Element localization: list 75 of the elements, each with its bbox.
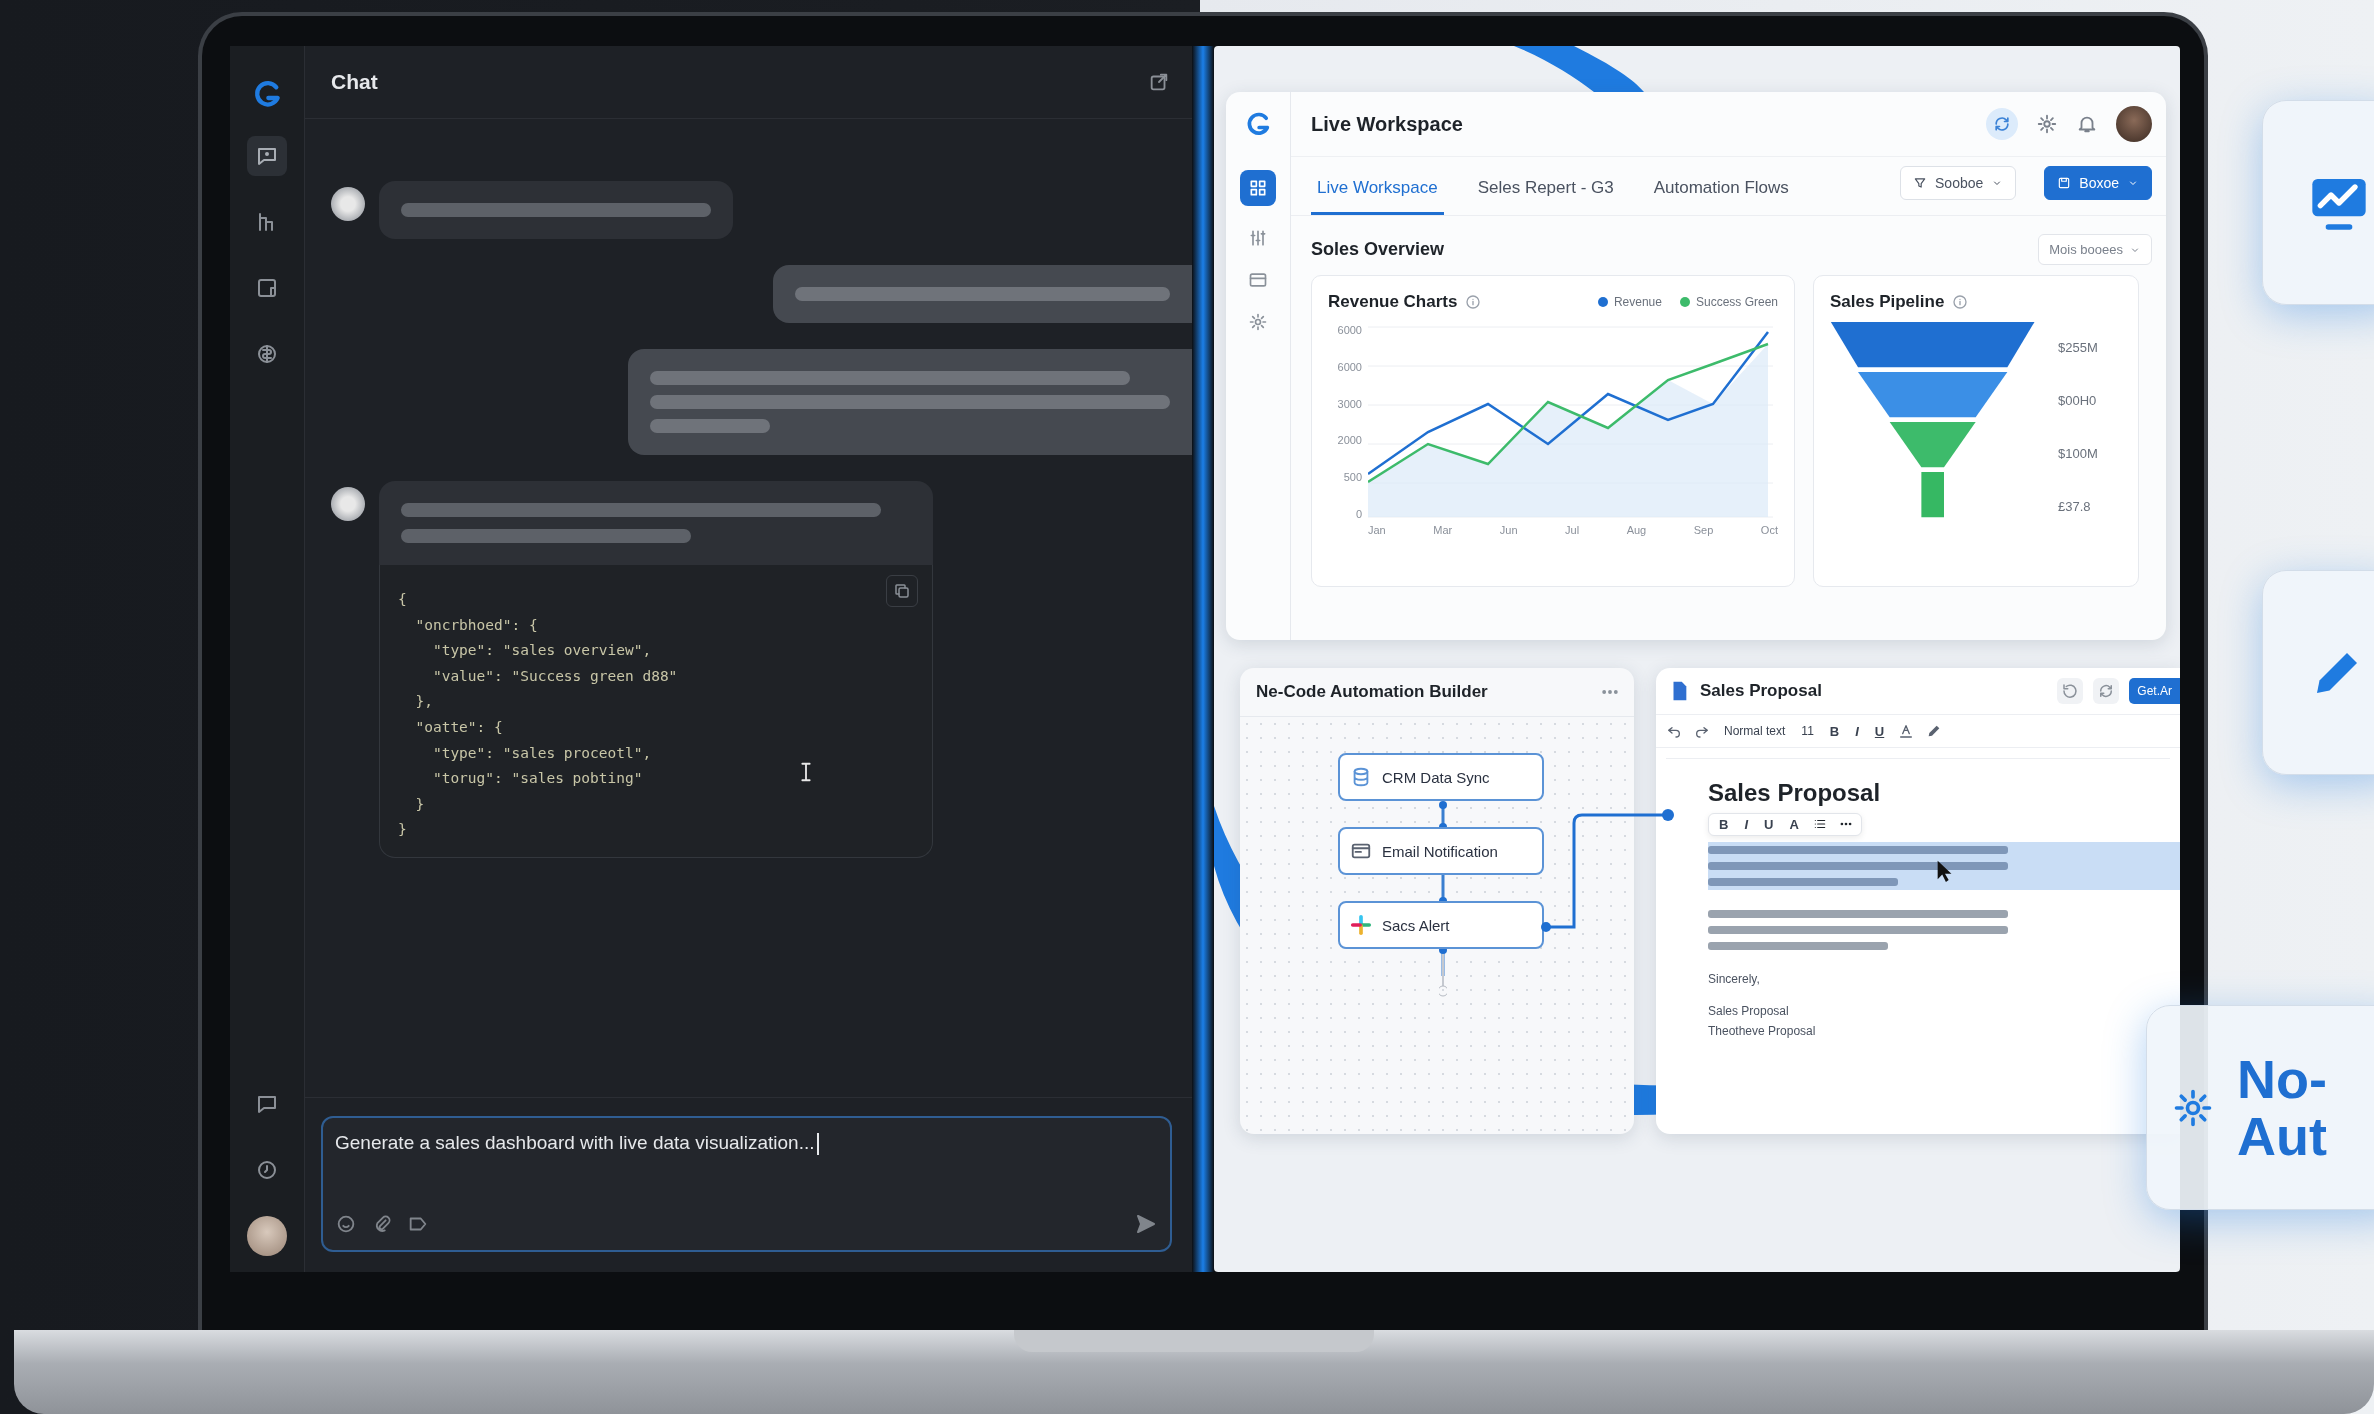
range-select[interactable]: Mois booees [2038, 234, 2152, 265]
feature-title: No- [2237, 1050, 2327, 1108]
axis-label: 0 [1354, 508, 1362, 520]
text-color-icon[interactable] [1898, 723, 1915, 739]
axis-label: 6000 [1336, 360, 1362, 373]
section-title: Soles Overview [1311, 239, 1445, 260]
sliders-icon[interactable] [1248, 228, 1268, 248]
list-icon[interactable] [1812, 817, 1827, 831]
feature-title: Aut [2237, 1107, 2327, 1165]
closing-text: Sales Proposal [1708, 1004, 1790, 1018]
axis-label: Sep [1693, 524, 1714, 536]
smile-icon[interactable] [335, 1213, 357, 1235]
stage-value: $255M [2058, 340, 2098, 355]
info-icon[interactable] [1465, 294, 1482, 310]
closing-text: Theotheve Proposal [1708, 1024, 1817, 1038]
axis-label: Oct [1760, 524, 1778, 536]
info-icon[interactable] [1952, 294, 1969, 310]
filter-button[interactable]: Sooboe [1900, 166, 2017, 200]
copy-icon[interactable] [886, 575, 918, 607]
card-title: Ne-Code Automation Builder [1256, 682, 1488, 702]
card-title: Sales Proposal [1700, 681, 1823, 701]
legend-label: Success Green [1695, 295, 1778, 309]
stage-value: $100M [2058, 446, 2098, 461]
axis-label: Mar [1433, 524, 1453, 536]
message-input[interactable]: Generate a sales dashboard with live data visualization... [321, 1116, 1172, 1252]
workflow-node[interactable]: Sacs Alert [1338, 901, 1544, 949]
sync-icon[interactable] [2093, 678, 2120, 704]
axis-label: 3000 [1336, 397, 1362, 410]
bot-avatar [331, 187, 365, 221]
stage-value: $00H0 [2058, 393, 2098, 408]
format-button[interactable]: I [1853, 723, 1861, 739]
legend-label: Revenue [1613, 295, 1662, 309]
share-icon[interactable] [1148, 71, 1170, 93]
workflow-node[interactable]: Email Notification [1338, 827, 1544, 875]
format-button[interactable]: B [1827, 723, 1842, 739]
card-icon[interactable] [1248, 270, 1268, 290]
history-icon[interactable] [2057, 678, 2084, 704]
axis-label: Aug [1626, 524, 1647, 536]
axis-label: Jun [1499, 524, 1518, 536]
axis-label: 2000 [1336, 434, 1362, 447]
avatar[interactable] [2116, 106, 2152, 142]
axis-label: 6000 [1336, 324, 1362, 336]
format-button[interactable]: U [1872, 723, 1887, 739]
axis-label: 500 [1342, 471, 1362, 484]
axis-label: Jul [1565, 524, 1580, 536]
window-title: Live Workspace [1311, 112, 1464, 136]
workflow-node[interactable]: CRM Data Sync [1338, 753, 1544, 801]
chat-icon[interactable] [247, 136, 287, 176]
panel-title: Chat [331, 70, 378, 94]
closing-text: Sincerely, [1708, 972, 1761, 986]
format-button[interactable]: U [1762, 817, 1776, 832]
tab[interactable]: Automation Flows [1647, 177, 1795, 215]
size-select[interactable]: 11 [1799, 724, 1816, 738]
action-button[interactable]: Get.Ar [2129, 678, 2180, 704]
card-title: Sales Pipeline [1830, 292, 1945, 312]
filter-icon [1913, 176, 1927, 190]
font-select[interactable]: Normal text [1722, 724, 1788, 738]
code-text: { "oncrbhoed": { "type": "sales overview", "value": "Success green d88" }, "oatte": { "type": "sales proceotl", "torug": "sales pobting" } } [398, 590, 678, 840]
bot-avatar [331, 487, 365, 521]
document-heading: Sales Proposal [1708, 779, 1882, 807]
grid-icon[interactable] [1240, 170, 1276, 206]
format-button[interactable]: I [1742, 817, 1750, 832]
format-button[interactable]: B [1717, 817, 1731, 832]
save-icon [2057, 176, 2072, 190]
card-title: Revenue Charts [1328, 292, 1458, 312]
pinwheel-icon [1350, 914, 1372, 936]
stage-value: £37.8 [2058, 499, 2092, 514]
sync-icon[interactable] [1986, 108, 2018, 140]
avatar[interactable] [247, 1216, 287, 1256]
primary-button[interactable]: Boxoe [2044, 166, 2152, 200]
tab[interactable]: Live Workspace [1311, 177, 1444, 215]
format-button[interactable]: A [1787, 817, 1801, 832]
send-icon[interactable] [1134, 1212, 1158, 1236]
tab[interactable]: Seles Repert - G3 [1471, 177, 1620, 215]
axis-label: Jan [1368, 524, 1386, 536]
